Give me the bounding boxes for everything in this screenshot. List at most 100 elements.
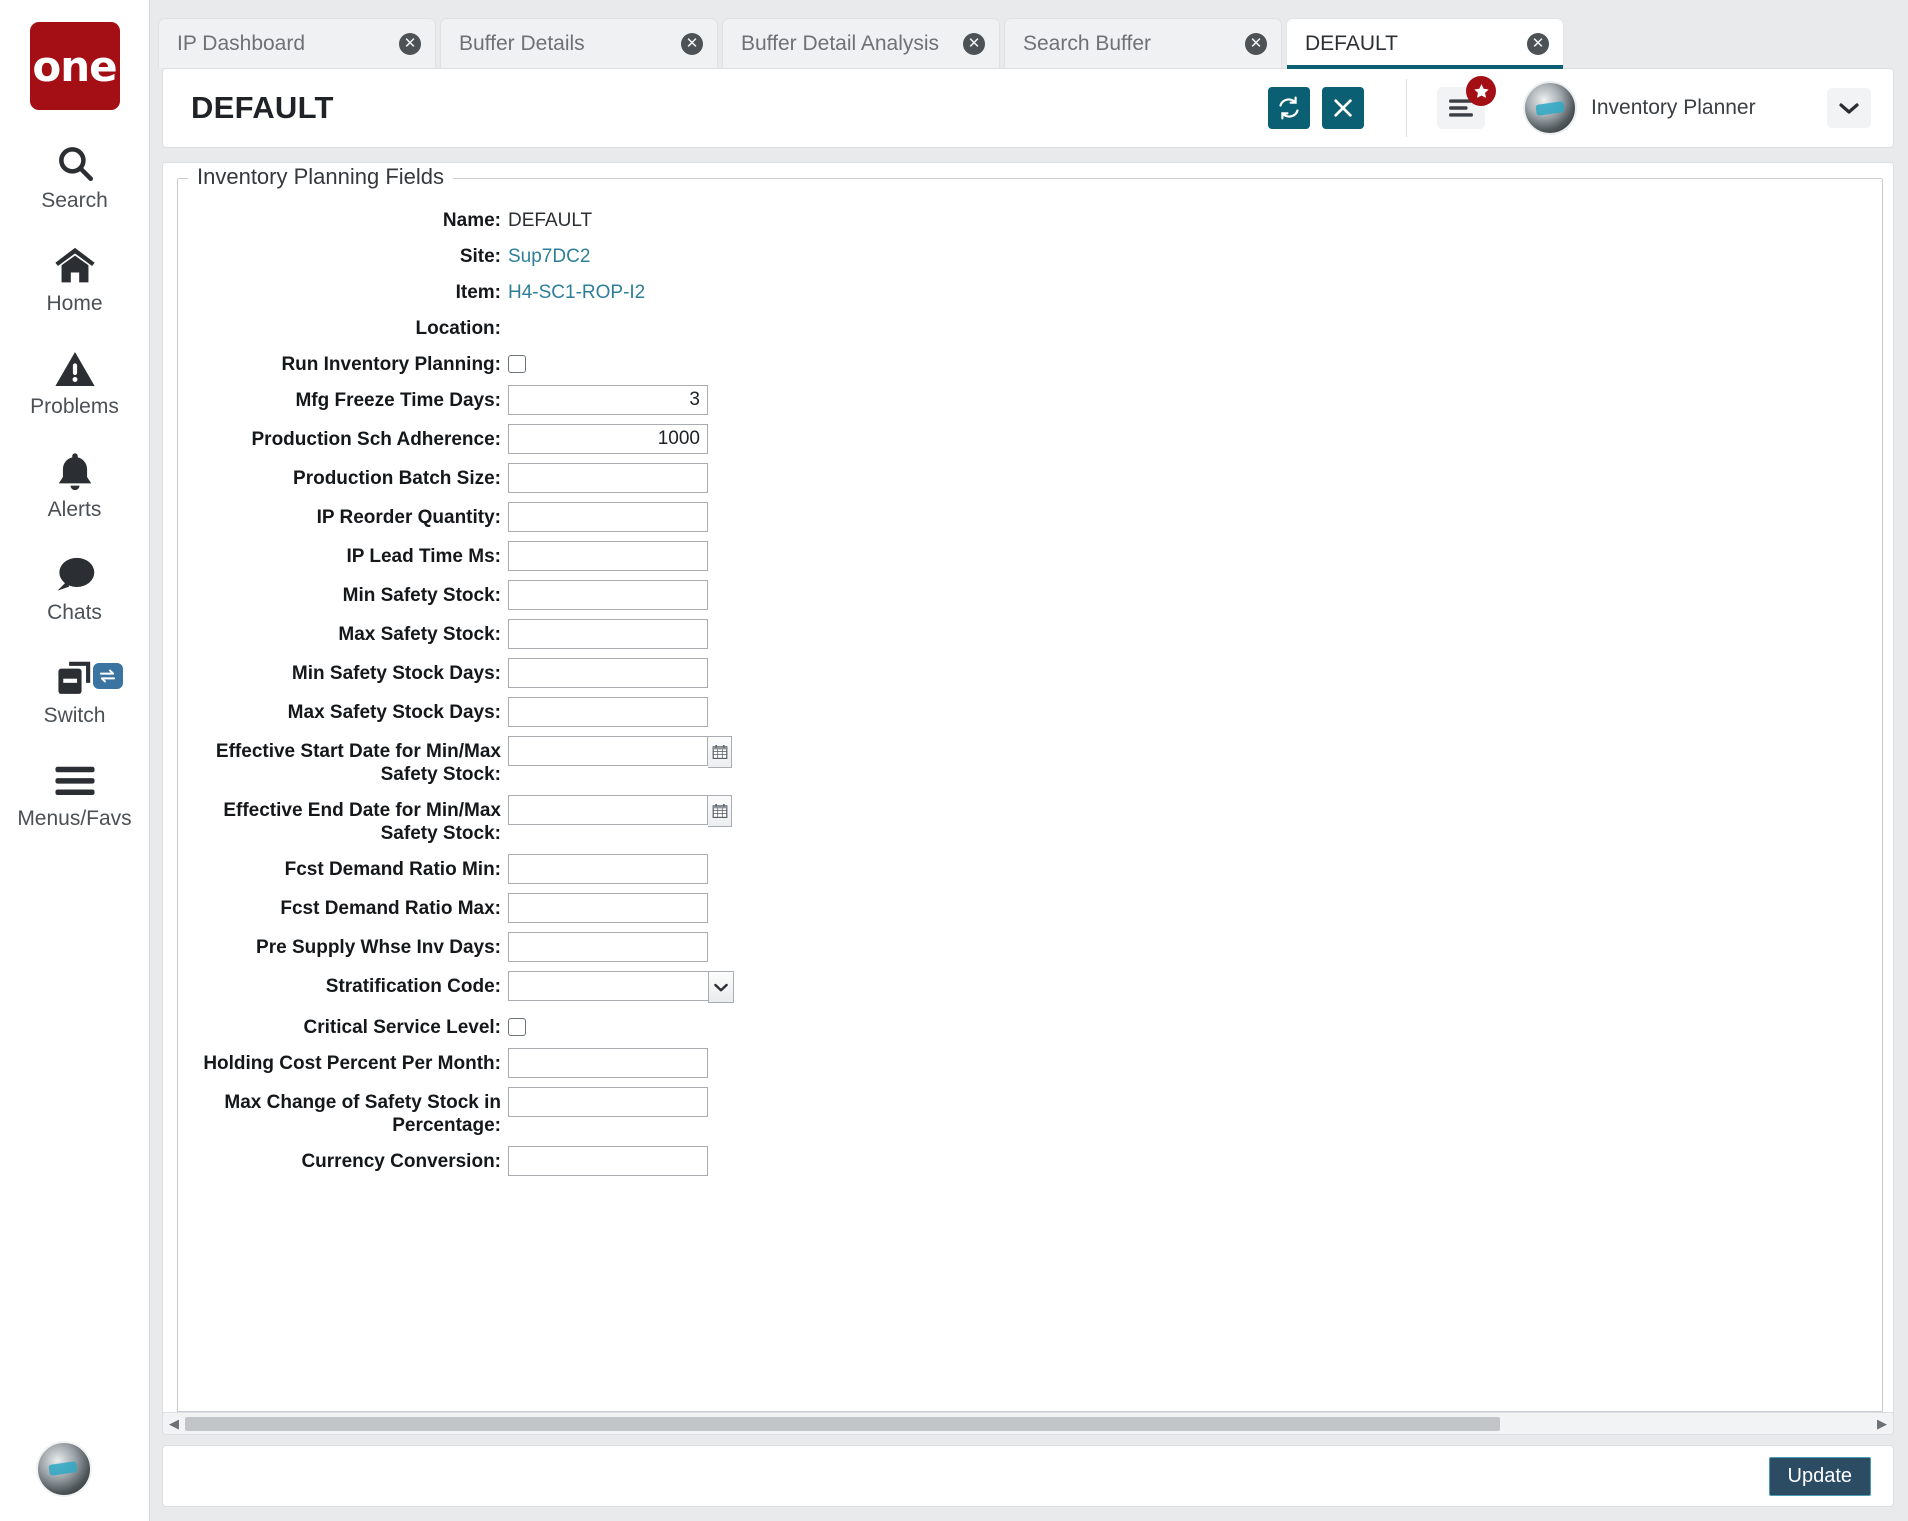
effective-start-date-input[interactable] bbox=[508, 736, 708, 766]
field-row-max-safety-stock: Max Safety Stock: bbox=[178, 619, 1882, 649]
tab-label: IP Dashboard bbox=[177, 31, 306, 55]
footer-actions: Update bbox=[162, 1445, 1894, 1507]
field-label: Min Safety Stock: bbox=[342, 585, 501, 606]
user-profile[interactable]: Inventory Planner bbox=[1523, 81, 1791, 135]
sidebar-item-problems[interactable]: Problems bbox=[0, 346, 150, 419]
switch-toggle-badge[interactable] bbox=[92, 663, 123, 689]
field-label: Effective Start Date for Min/Max Safety … bbox=[215, 741, 501, 785]
pre-supply-whse-inv-days-input[interactable] bbox=[508, 932, 708, 962]
sidebar-item-switch[interactable]: Switch bbox=[0, 655, 150, 728]
tab-label: Search Buffer bbox=[1023, 31, 1152, 55]
bell-icon bbox=[56, 449, 94, 495]
tab-label: Buffer Detail Analysis bbox=[741, 31, 940, 55]
field-label: Location: bbox=[415, 318, 502, 339]
field-label: Site: bbox=[459, 246, 501, 267]
close-button[interactable] bbox=[1322, 87, 1364, 129]
mfg-freeze-time-days-input[interactable] bbox=[508, 385, 708, 415]
horizontal-scrollbar[interactable]: ◀ ▶ bbox=[163, 1412, 1893, 1434]
switch-windows-icon bbox=[54, 655, 96, 701]
left-sidebar: one Search Home Problems Alerts Chats Sw… bbox=[0, 0, 150, 1521]
sidebar-item-alerts[interactable]: Alerts bbox=[0, 449, 150, 522]
currency-conversion-input[interactable] bbox=[508, 1146, 708, 1176]
stratification-code-select[interactable] bbox=[508, 971, 734, 1003]
close-icon[interactable]: ✕ bbox=[1245, 32, 1267, 55]
date-picker-group bbox=[508, 795, 732, 827]
sidebar-item-home[interactable]: Home bbox=[0, 243, 150, 316]
sidebar-item-chats[interactable]: Chats bbox=[0, 552, 150, 625]
tab-default[interactable]: DEFAULT ✕ bbox=[1286, 18, 1564, 69]
chat-bubble-icon bbox=[53, 552, 97, 598]
production-batch-size-input[interactable] bbox=[508, 463, 708, 493]
header-menu-button[interactable] bbox=[1437, 76, 1496, 129]
field-label: Min Safety Stock Days: bbox=[291, 663, 501, 684]
ip-reorder-quantity-input[interactable] bbox=[508, 502, 708, 532]
fieldset-legend-label: Inventory Planning Fields bbox=[197, 164, 445, 189]
field-label: Max Safety Stock Days: bbox=[287, 702, 501, 723]
sidebar-item-label: Problems bbox=[30, 395, 119, 418]
min-safety-stock-days-input[interactable] bbox=[508, 658, 708, 688]
field-label: Fcst Demand Ratio Min: bbox=[284, 859, 501, 880]
min-safety-stock-input[interactable] bbox=[508, 580, 708, 610]
field-row-min-safety-stock-days: Min Safety Stock Days: bbox=[178, 658, 1882, 688]
avatar[interactable] bbox=[36, 1441, 92, 1497]
max-safety-stock-input[interactable] bbox=[508, 619, 708, 649]
field-row-mfg-freeze-time-days: Mfg Freeze Time Days: bbox=[178, 385, 1882, 415]
field-row-effective-end-date: Effective End Date for Min/Max Safety St… bbox=[178, 795, 1882, 845]
star-badge-icon bbox=[1466, 76, 1496, 106]
header-divider bbox=[1406, 79, 1407, 137]
field-row-holding-cost-percent-per-month: Holding Cost Percent Per Month: bbox=[178, 1048, 1882, 1078]
production-sch-adherence-input[interactable] bbox=[508, 424, 708, 454]
field-label: Fcst Demand Ratio Max: bbox=[280, 898, 501, 919]
chevron-down-icon[interactable] bbox=[708, 971, 734, 1003]
field-row-effective-start-date: Effective Start Date for Min/Max Safety … bbox=[178, 736, 1882, 786]
user-menu-button[interactable] bbox=[1827, 88, 1871, 128]
home-icon bbox=[53, 243, 97, 289]
fcst-demand-ratio-min-input[interactable] bbox=[508, 854, 708, 884]
run-inventory-planning-checkbox[interactable] bbox=[508, 355, 526, 373]
content-panel: Inventory Planning Fields Name: DEFAULT … bbox=[162, 162, 1894, 1435]
tab-ip-dashboard[interactable]: IP Dashboard ✕ bbox=[158, 18, 436, 68]
update-button[interactable]: Update bbox=[1768, 1456, 1871, 1496]
critical-service-level-checkbox[interactable] bbox=[508, 1018, 526, 1036]
field-label: Run Inventory Planning: bbox=[281, 354, 501, 375]
field-row-production-batch-size: Production Batch Size: bbox=[178, 463, 1882, 493]
close-icon[interactable]: ✕ bbox=[681, 32, 703, 55]
field-row-run-inventory-planning: Run Inventory Planning: bbox=[178, 349, 1882, 376]
max-safety-stock-days-input[interactable] bbox=[508, 697, 708, 727]
one-network-logo[interactable]: one bbox=[29, 22, 120, 110]
field-label: IP Lead Time Ms: bbox=[346, 546, 501, 567]
effective-end-date-input[interactable] bbox=[508, 795, 708, 825]
field-link-site[interactable]: Sup7DC2 bbox=[508, 241, 590, 268]
calendar-icon[interactable] bbox=[708, 736, 732, 768]
user-role: Inventory Planner bbox=[1591, 96, 1756, 119]
field-row-ip-reorder-quantity: IP Reorder Quantity: bbox=[178, 502, 1882, 532]
sidebar-item-label: Home bbox=[46, 292, 103, 315]
warning-triangle-icon bbox=[54, 346, 96, 392]
refresh-button[interactable] bbox=[1268, 87, 1310, 129]
sidebar-item-search[interactable]: Search bbox=[0, 140, 150, 213]
close-icon[interactable]: ✕ bbox=[963, 32, 985, 55]
tab-buffer-detail-analysis[interactable]: Buffer Detail Analysis ✕ bbox=[722, 18, 1000, 68]
ip-lead-time-ms-input[interactable] bbox=[508, 541, 708, 571]
sidebar-item-menus-favs[interactable]: Menus/Favs bbox=[0, 758, 150, 831]
field-row-site: Site: Sup7DC2 bbox=[178, 241, 1882, 268]
scroll-left-icon[interactable]: ◀ bbox=[163, 1413, 185, 1435]
scrollbar-thumb[interactable] bbox=[185, 1416, 1501, 1431]
field-label: Stratification Code: bbox=[325, 976, 501, 997]
field-row-max-safety-stock-days: Max Safety Stock Days: bbox=[178, 697, 1882, 727]
holding-cost-percent-per-month-input[interactable] bbox=[508, 1048, 708, 1078]
scrollbar-track[interactable] bbox=[185, 1416, 1871, 1431]
field-label: Max Change of Safety Stock in Percentage… bbox=[224, 1092, 501, 1136]
tab-buffer-details[interactable]: Buffer Details ✕ bbox=[440, 18, 718, 68]
tab-search-buffer[interactable]: Search Buffer ✕ bbox=[1004, 18, 1282, 68]
close-icon[interactable]: ✕ bbox=[1527, 32, 1549, 55]
calendar-icon[interactable] bbox=[708, 795, 732, 827]
field-link-item[interactable]: H4-SC1-ROP-I2 bbox=[508, 277, 645, 304]
tab-label: Buffer Details bbox=[459, 31, 585, 55]
max-change-of-safety-stock-input[interactable] bbox=[508, 1087, 708, 1117]
stratification-code-input[interactable] bbox=[508, 971, 708, 1001]
close-icon[interactable]: ✕ bbox=[399, 32, 421, 55]
fcst-demand-ratio-max-input[interactable] bbox=[508, 893, 708, 923]
scroll-right-icon[interactable]: ▶ bbox=[1871, 1413, 1893, 1435]
field-row-pre-supply-whse-inv-days: Pre Supply Whse Inv Days: bbox=[178, 932, 1882, 962]
